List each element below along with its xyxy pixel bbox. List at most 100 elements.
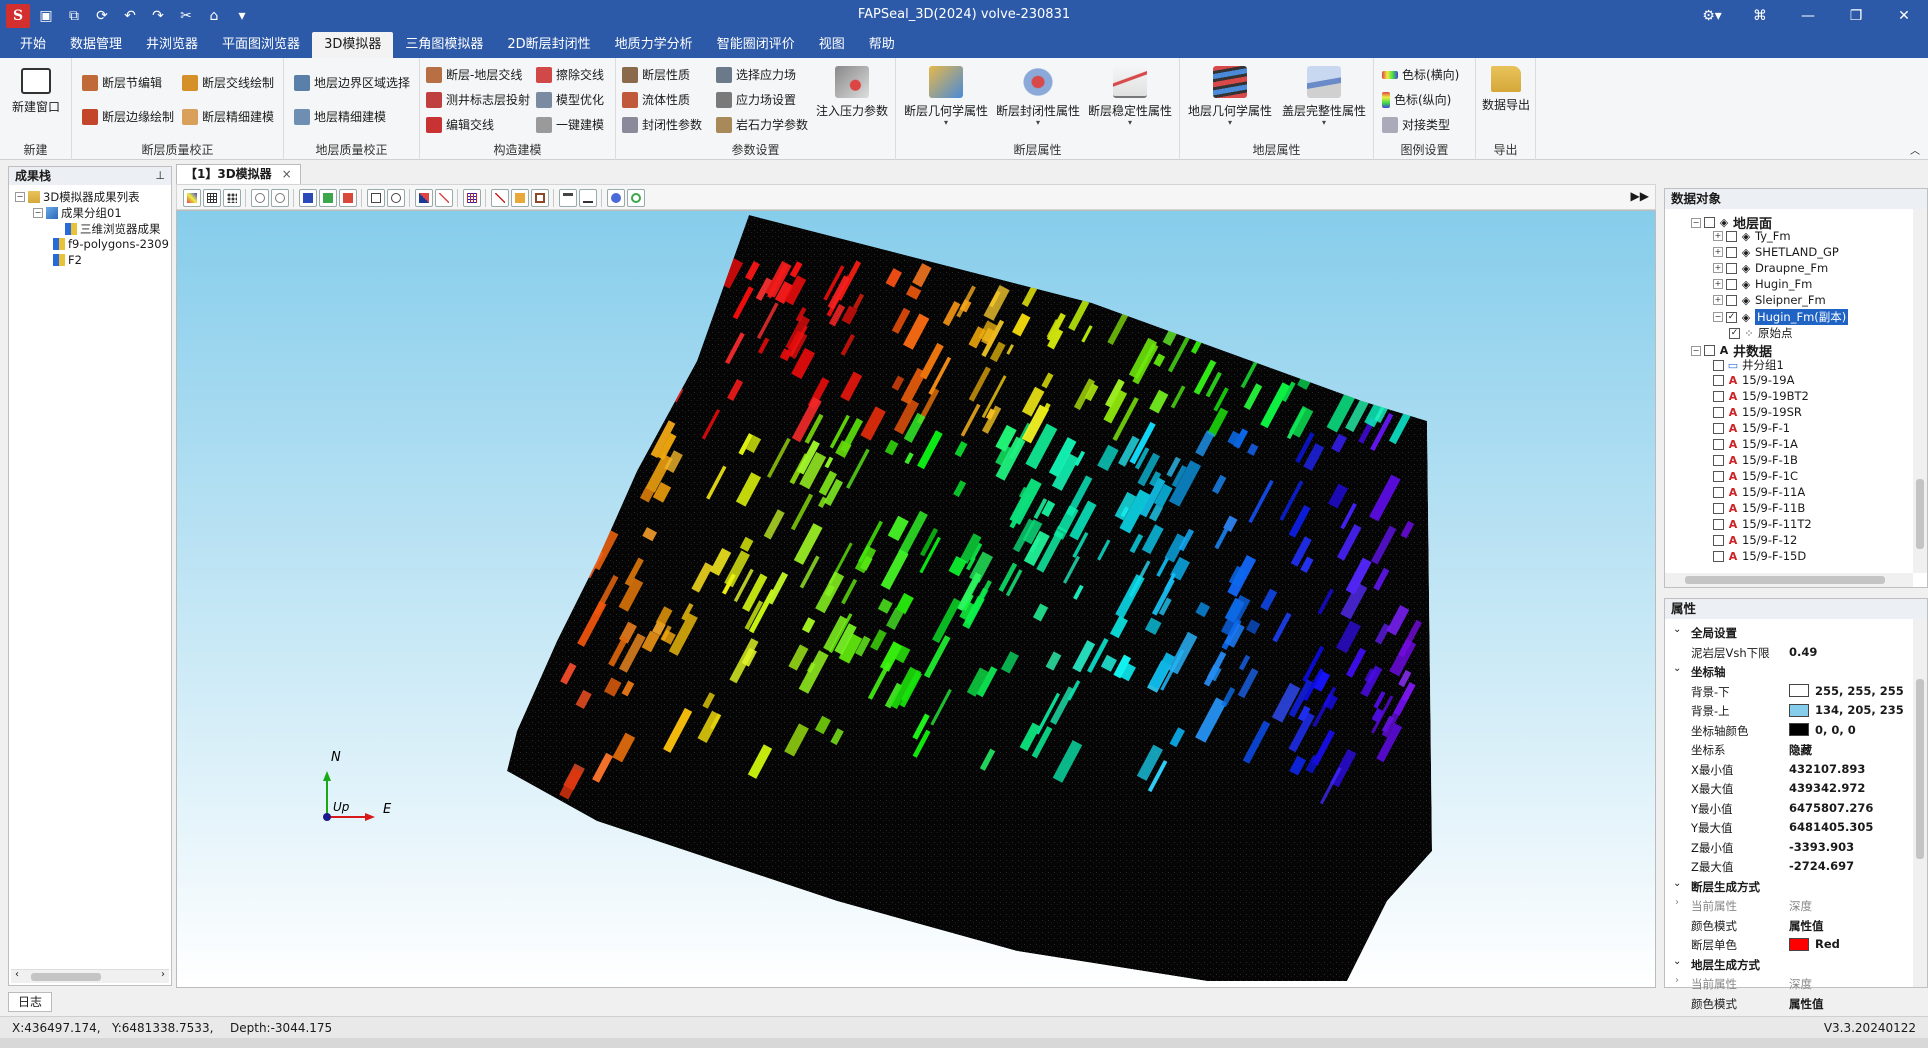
object-tree-item[interactable]: A 15/9-F-1B: [1713, 453, 1798, 467]
frame-icon[interactable]: [531, 189, 549, 207]
colorbar-horizontal-button[interactable]: 色标(横向): [1382, 66, 1459, 83]
erase-intersection-button[interactable]: 擦除交线: [536, 66, 604, 83]
property-row[interactable]: X最大值 439342.972: [1665, 779, 1915, 797]
object-tree-item[interactable]: + ◈ SHETLAND_GP: [1713, 245, 1839, 259]
tab-well-browser[interactable]: 井浏览器: [134, 32, 210, 58]
save-icon[interactable]: ▣: [34, 4, 58, 28]
property-value[interactable]: 6481405.305: [1789, 820, 1873, 834]
chevron-right-icon[interactable]: ›: [1675, 897, 1679, 908]
chevron-down-icon[interactable]: ⌄: [1673, 663, 1681, 674]
color-bar-icon[interactable]: [183, 189, 201, 207]
copy-view-icon[interactable]: [367, 189, 385, 207]
property-row[interactable]: 颜色模式 属性值: [1665, 994, 1915, 1012]
hide-icon[interactable]: [387, 189, 405, 207]
grid-icon[interactable]: [203, 189, 221, 207]
tab-geomechanics[interactable]: 地质力学分析: [603, 32, 705, 58]
3d-viewport[interactable]: N Up E: [176, 210, 1656, 988]
chevron-down-icon[interactable]: ⌄: [1673, 878, 1681, 889]
horizon-boundary-select-button[interactable]: 地层边界区域选择: [294, 74, 410, 91]
property-row[interactable]: 坐标系 隐藏: [1665, 740, 1915, 758]
edit-intersection-button[interactable]: 编辑交线: [426, 116, 494, 133]
log-tab[interactable]: 日志: [8, 992, 52, 1012]
scroll-thumb[interactable]: [1685, 576, 1885, 584]
object-tree-item[interactable]: A 15/9-F-11A: [1713, 485, 1805, 499]
points-icon[interactable]: [223, 189, 241, 207]
property-row[interactable]: 背景-上 134, 205, 235: [1665, 701, 1915, 719]
tab-data-management[interactable]: 数据管理: [58, 32, 134, 58]
cube-view-icon[interactable]: [299, 189, 317, 207]
property-row[interactable]: Y最小值 6475807.276: [1665, 799, 1915, 817]
horizon-fine-model-button[interactable]: 地层精细建模: [294, 108, 386, 125]
vertical-scrollbar[interactable]: [1913, 619, 1927, 987]
fault-stability-attr-button[interactable]: 断层稳定性属性 ▾: [1084, 66, 1176, 127]
object-tree-item[interactable]: − ✓ ◈ Hugin_Fm(副本): [1713, 309, 1849, 325]
visibility-checkbox[interactable]: [1713, 438, 1724, 450]
visibility-checkbox[interactable]: [1713, 374, 1724, 386]
expand-icon[interactable]: +: [1713, 247, 1723, 257]
object-tree-item[interactable]: A 15/9-F-11B: [1713, 501, 1805, 515]
object-tree-item[interactable]: A 15/9-F-11T2: [1713, 517, 1812, 531]
tab-3d-simulator-view[interactable]: 【1】3D模拟器 ×: [176, 164, 301, 184]
visibility-checkbox[interactable]: [1726, 230, 1737, 242]
property-value[interactable]: 属性值: [1789, 996, 1824, 1012]
visibility-checkbox[interactable]: [1726, 278, 1737, 290]
property-row[interactable]: 断层单色 Red: [1665, 935, 1915, 953]
expand-icon[interactable]: +: [1713, 231, 1723, 241]
expand-icon[interactable]: +: [1713, 279, 1723, 289]
property-value[interactable]: 属性值: [1789, 918, 1824, 934]
fault-geometry-attr-button[interactable]: 断层几何学属性 ▾: [900, 66, 992, 127]
property-section[interactable]: ⌄ 坐标轴: [1665, 662, 1915, 680]
network-settings-icon[interactable]: ⚙▾: [1688, 0, 1736, 32]
tree-item[interactable]: f9-polygons-2309: [53, 237, 169, 251]
minimize-icon[interactable]: —: [1784, 0, 1832, 32]
tab-2d-fault-seal[interactable]: 2D断层封闭性: [495, 32, 602, 58]
property-row[interactable]: › 当前属性 深度: [1665, 896, 1915, 914]
visibility-checkbox[interactable]: [1713, 422, 1724, 434]
visibility-checkbox[interactable]: [1704, 217, 1715, 228]
tab-triangle-simulator[interactable]: 三角图模拟器: [393, 32, 495, 58]
new-window-button[interactable]: 新建窗口: [8, 68, 64, 115]
fault-horizon-intersection-button[interactable]: 断层-地层交线: [426, 66, 522, 83]
horizontal-scrollbar[interactable]: [1665, 573, 1913, 587]
tree-item[interactable]: − 成果分组01: [33, 205, 122, 221]
color-swatch[interactable]: [1789, 684, 1809, 697]
scroll-right-icon[interactable]: ›: [161, 969, 165, 980]
property-value[interactable]: 6475807.276: [1789, 801, 1873, 815]
pin-icon[interactable]: ⊥: [155, 167, 165, 185]
property-value[interactable]: 134, 205, 235: [1789, 703, 1904, 717]
tree-item[interactable]: 三维浏览器成果: [65, 221, 161, 237]
visibility-checkbox[interactable]: [1713, 534, 1724, 546]
stress-field-settings-button[interactable]: 应力场设置: [716, 91, 796, 108]
pin-icon[interactable]: ⌘: [1736, 0, 1784, 32]
fault-property-button[interactable]: 断层性质: [622, 66, 690, 83]
expand-panel-icon[interactable]: ▶▶: [1631, 189, 1649, 203]
visibility-checkbox[interactable]: [1713, 406, 1724, 418]
property-row[interactable]: 泥岩层Vsh下限 0.49: [1665, 643, 1915, 661]
scroll-left-icon[interactable]: ‹: [15, 969, 19, 980]
horizon-geometry-attr-button[interactable]: 地层几何学属性 ▾: [1184, 66, 1276, 127]
fault-intersection-draw-button[interactable]: 断层交线绘制: [182, 74, 274, 91]
visibility-checkbox[interactable]: [1713, 502, 1724, 514]
restore-icon[interactable]: ❐: [1832, 0, 1880, 32]
object-tree-item[interactable]: A 15/9-19SR: [1713, 405, 1802, 419]
chevron-right-icon[interactable]: ›: [1675, 975, 1679, 986]
cut-icon[interactable]: ✂: [174, 4, 198, 28]
property-row[interactable]: Y最大值 6481405.305: [1665, 818, 1915, 836]
collapse-icon[interactable]: −: [1691, 217, 1701, 228]
dropdown-icon[interactable]: ▾: [230, 4, 254, 28]
visibility-checkbox[interactable]: [1713, 486, 1724, 498]
property-value[interactable]: 432107.893: [1789, 762, 1865, 776]
visibility-checkbox[interactable]: [1726, 246, 1737, 258]
scroll-thumb[interactable]: [1916, 679, 1924, 859]
horizontal-scrollbar[interactable]: ‹ ›: [11, 969, 169, 983]
property-value[interactable]: 0, 0, 0: [1789, 723, 1856, 737]
collapse-icon[interactable]: −: [15, 192, 25, 202]
pen-icon[interactable]: [491, 189, 509, 207]
visibility-checkbox[interactable]: [1704, 345, 1715, 356]
property-section[interactable]: ⌄ 断层生成方式: [1665, 877, 1915, 895]
property-value[interactable]: 255, 255, 255: [1789, 684, 1904, 698]
object-tree-item[interactable]: A 15/9-F-1C: [1713, 469, 1798, 483]
well-marker-project-button[interactable]: 测井标志层投射: [426, 91, 530, 108]
object-tree-item[interactable]: + ◈ Hugin_Fm: [1713, 277, 1812, 291]
property-value[interactable]: 0.49: [1789, 645, 1817, 659]
